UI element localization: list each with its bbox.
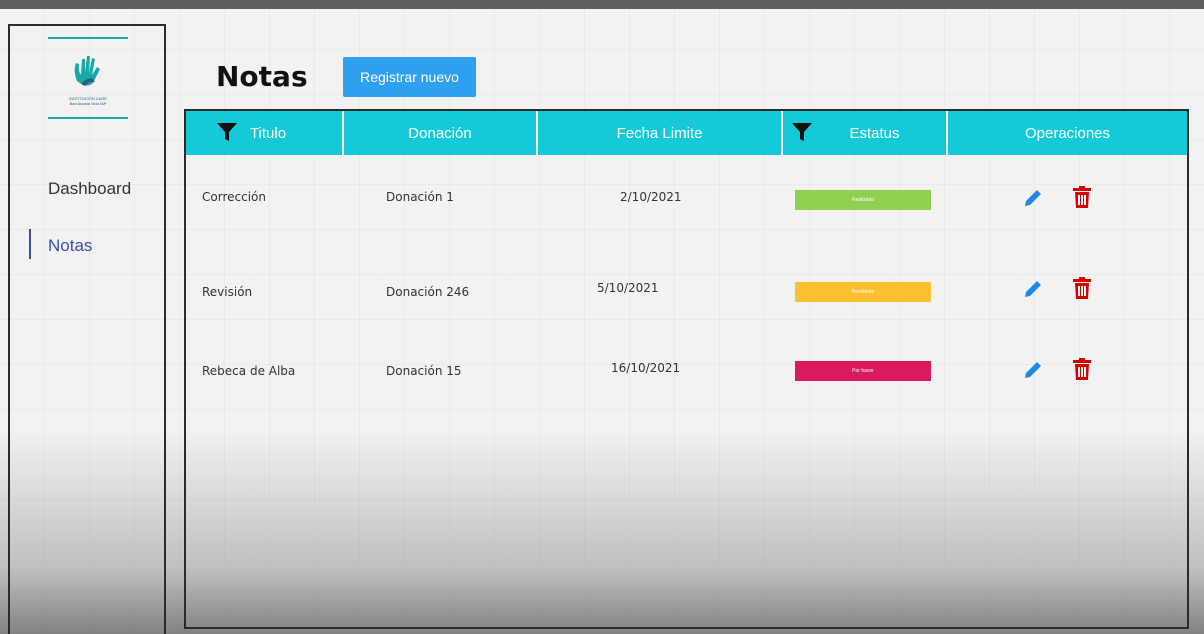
column-header-titulo[interactable]: Titulo [186, 111, 344, 155]
table-row[interactable]: Rebeca de Alba Donación 15 16/10/2021 Po… [186, 351, 1187, 391]
register-new-button[interactable]: Registrar nuevo [343, 57, 476, 97]
notes-table: Titulo Donación Fecha Limite Estatus Ope… [184, 109, 1189, 629]
column-header-donacion[interactable]: Donación [344, 111, 538, 155]
filter-icon[interactable] [216, 121, 238, 143]
status-badge: Por hacer [795, 361, 931, 381]
cell-donacion: Donación 246 [386, 285, 470, 299]
cell-fecha: 2/10/2021 [620, 190, 682, 204]
cell-fecha: 16/10/2021 [611, 361, 681, 375]
status-badge: Realizado [795, 190, 931, 210]
active-nav-indicator [29, 229, 31, 259]
logo-text: INSTITUCIÓN CARE Bad Acosta Vida IAP [69, 95, 107, 106]
column-header-fecha-limite[interactable]: Fecha Limite [538, 111, 783, 155]
table-row[interactable]: Revisión Donación 246 5/10/2021 Pendient… [186, 272, 1187, 312]
trash-icon[interactable] [1072, 185, 1092, 209]
table-row[interactable]: Corrección Donación 1 2/10/2021 Realizad… [186, 177, 1187, 217]
column-header-estatus[interactable]: Estatus [783, 111, 948, 155]
filter-icon[interactable] [791, 121, 813, 143]
page-title: Notas [216, 60, 308, 93]
cell-donacion: Donación 1 [386, 190, 454, 204]
hands-logo-icon [74, 55, 100, 86]
cell-titulo: Rebeca de Alba [202, 364, 296, 378]
status-badge: Pendiente [795, 282, 931, 302]
pencil-icon[interactable] [1022, 278, 1044, 300]
cell-fecha: 5/10/2021 [597, 281, 659, 295]
sidebar-item-dashboard[interactable]: Dashboard [48, 179, 131, 199]
column-header-operaciones: Operaciones [1024, 124, 1111, 142]
pencil-icon[interactable] [1022, 187, 1044, 209]
cell-titulo: Revisión [202, 285, 253, 299]
cell-donacion: Donación 15 [386, 364, 462, 378]
trash-icon[interactable] [1072, 357, 1092, 381]
trash-icon[interactable] [1072, 276, 1092, 300]
logo[interactable]: INSTITUCIÓN CARE Bad Acosta Vida IAP [48, 37, 128, 119]
sidebar-item-notas[interactable]: Notas [48, 236, 92, 256]
sidebar: INSTITUCIÓN CARE Bad Acosta Vida IAP Das… [8, 24, 166, 634]
pencil-icon[interactable] [1022, 359, 1044, 381]
table-header: Titulo Donación Fecha Limite Estatus Ope… [186, 111, 1187, 155]
cell-titulo: Corrección [202, 190, 266, 204]
